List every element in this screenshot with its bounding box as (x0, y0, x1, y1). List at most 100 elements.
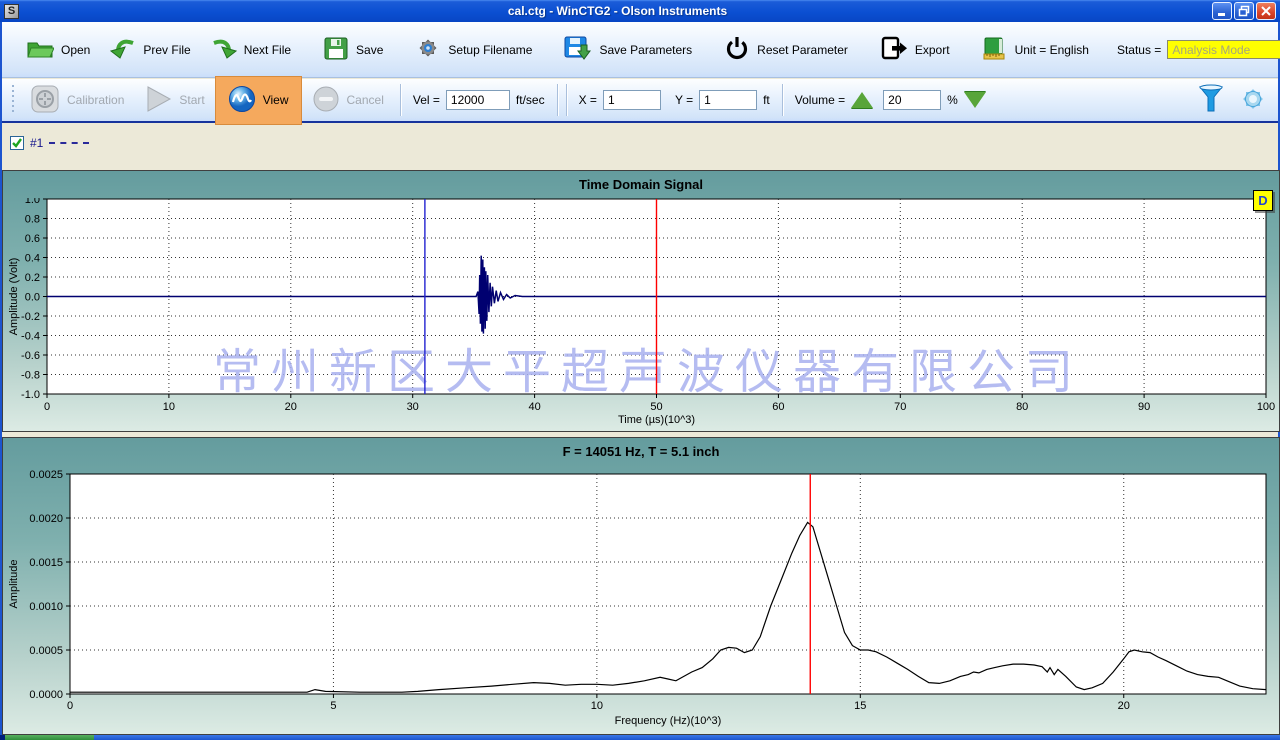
time-domain-plot[interactable]: 01020304050607080901001.00.80.60.40.20.0… (3, 198, 1279, 431)
y-input[interactable] (699, 90, 757, 110)
svg-text:70: 70 (894, 401, 906, 413)
book-ruler-icon (982, 35, 1008, 64)
document-export-icon (880, 36, 908, 64)
x-input[interactable] (603, 90, 661, 110)
blue-floppy-arrow-icon (564, 35, 592, 64)
svg-text:Time (µs)(10^3): Time (µs)(10^3) (618, 414, 695, 426)
svg-text:-0.6: -0.6 (21, 350, 40, 362)
power-icon (724, 35, 750, 64)
toolbar-separator (566, 84, 567, 116)
svg-text:0.0025: 0.0025 (29, 469, 63, 481)
status-label: Status = (1117, 43, 1161, 57)
toolbar-separator (400, 84, 401, 116)
svg-text:0.0: 0.0 (25, 292, 40, 304)
gear-icon (415, 35, 441, 64)
reset-parameter-button[interactable]: Reset Parameter (714, 31, 858, 68)
svg-text:-0.4: -0.4 (21, 331, 40, 343)
d-mode-button[interactable]: D (1253, 190, 1273, 211)
y-label: Y = (675, 93, 693, 107)
svg-text:0.0010: 0.0010 (29, 601, 63, 613)
progress-segment (5, 735, 94, 740)
x-label: X = (579, 93, 597, 107)
settings-gear-icon[interactable] (1238, 84, 1268, 117)
minimize-button[interactable] (1212, 2, 1232, 20)
calibration-target-icon (30, 84, 60, 117)
open-button[interactable]: Open (16, 32, 100, 67)
channel-legend: #1 (10, 136, 89, 150)
unit-button[interactable]: Unit = English (972, 31, 1099, 68)
svg-text:0: 0 (67, 700, 73, 712)
save-button[interactable]: Save (313, 32, 393, 68)
svg-text:Frequency (Hz)(10^3): Frequency (Hz)(10^3) (615, 715, 722, 727)
status-input[interactable] (1167, 40, 1280, 59)
frequency-spectrum-plot[interactable]: 0 5 10 15 20 0.0025 0.0020 0.0015 0.0010 0.0005 0.… (3, 465, 1279, 734)
channel-1-label: #1 (30, 136, 43, 150)
title-bar: S cal.ctg - WinCTG2 - Olson Instruments (0, 0, 1280, 22)
save-parameters-button[interactable]: Save Parameters (554, 31, 702, 68)
svg-text:30: 30 (407, 401, 419, 413)
open-folder-icon (26, 36, 54, 63)
setup-filename-button[interactable]: Setup Filename (405, 31, 542, 68)
svg-text:90: 90 (1138, 401, 1150, 413)
start-button[interactable]: Start (134, 80, 214, 121)
channel-1-line-sample (49, 142, 89, 144)
svg-text:10: 10 (163, 401, 175, 413)
svg-text:100: 100 (1257, 401, 1275, 413)
next-file-button[interactable]: Next File (201, 32, 301, 67)
volume-input[interactable] (883, 90, 941, 110)
volume-down-button[interactable] (964, 92, 986, 108)
svg-text:20: 20 (1118, 700, 1130, 712)
time-domain-chart-title: Time Domain Signal (3, 171, 1279, 198)
svg-text:0.0020: 0.0020 (29, 513, 63, 525)
velocity-unit: ft/sec (516, 93, 545, 107)
close-button[interactable] (1256, 2, 1276, 20)
svg-text:15: 15 (854, 700, 866, 712)
svg-text:0: 0 (44, 401, 50, 413)
toolbar-grip[interactable] (12, 85, 16, 115)
svg-text:0.4: 0.4 (25, 253, 40, 265)
svg-text:40: 40 (528, 401, 540, 413)
restore-button[interactable] (1234, 2, 1254, 20)
play-icon (144, 84, 172, 117)
window-bottom-border (0, 735, 1280, 740)
svg-text:60: 60 (772, 401, 784, 413)
svg-text:0.0005: 0.0005 (29, 645, 63, 657)
svg-text:0.0000: 0.0000 (29, 689, 63, 701)
app-window: S cal.ctg - WinCTG2 - Olson Instruments … (0, 0, 1280, 740)
view-button[interactable]: View (215, 76, 302, 125)
svg-text:0.0015: 0.0015 (29, 557, 63, 569)
svg-text:-0.8: -0.8 (21, 370, 40, 382)
volume-label: Volume = (795, 93, 845, 107)
circle-minus-icon (312, 85, 340, 116)
svg-text:10: 10 (591, 700, 603, 712)
svg-text:-0.2: -0.2 (21, 311, 40, 323)
main-toolbar: Open Prev File Next File Save (2, 22, 1278, 78)
app-icon[interactable]: S (4, 4, 19, 19)
export-button[interactable]: Export (870, 32, 960, 68)
frequency-spectrum-chart: F = 14051 Hz, T = 5.1 inch 051015200.002… (2, 437, 1280, 735)
curved-arrow-left-icon (110, 36, 136, 63)
filter-funnel-icon[interactable] (1198, 84, 1224, 117)
svg-text:20: 20 (285, 401, 297, 413)
svg-text:0.8: 0.8 (25, 214, 40, 226)
time-domain-chart: Time Domain Signal 010203040506070809010… (2, 170, 1280, 432)
volume-up-button[interactable] (851, 92, 873, 108)
toolbar-separator (782, 84, 783, 116)
svg-text:5: 5 (330, 700, 336, 712)
prev-file-button[interactable]: Prev File (100, 32, 200, 67)
window-title: cal.ctg - WinCTG2 - Olson Instruments (23, 4, 1212, 18)
svg-text:常州新区大平超声波仪器有限公司: 常州新区大平超声波仪器有限公司 (213, 346, 1083, 399)
svg-text:Amplitude: Amplitude (8, 560, 20, 609)
xy-unit: ft (763, 93, 770, 107)
green-floppy-icon (323, 36, 349, 64)
svg-text:0.2: 0.2 (25, 272, 40, 284)
channel-1-checkbox[interactable] (10, 136, 24, 150)
curved-arrow-right-icon (211, 36, 237, 63)
waveform-orb-icon (228, 85, 256, 116)
cancel-button[interactable]: Cancel (302, 81, 394, 120)
calibration-button[interactable]: Calibration (20, 80, 134, 121)
velocity-input[interactable] (446, 90, 510, 110)
velocity-label: Vel = (413, 93, 440, 107)
svg-text:Amplitude (Volt): Amplitude (Volt) (8, 258, 20, 336)
svg-text:50: 50 (650, 401, 662, 413)
